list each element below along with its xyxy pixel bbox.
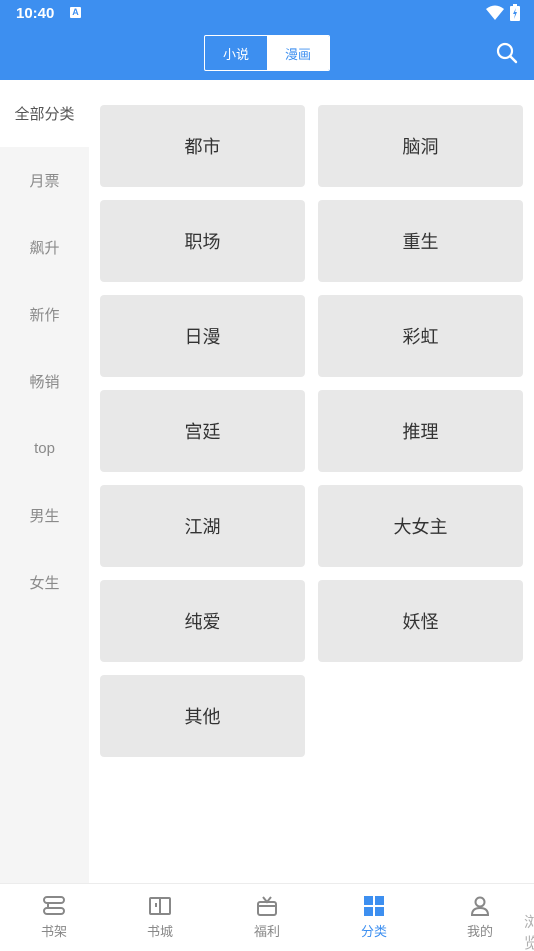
category-card[interactable]: 宫廷	[100, 390, 305, 472]
status-icons	[486, 4, 520, 21]
category-card[interactable]: 大女主	[318, 485, 523, 567]
nav-label: 福利	[253, 924, 280, 939]
sidebar-item-rising[interactable]: 飙升	[0, 214, 89, 281]
category-card[interactable]: 其他	[100, 675, 305, 757]
floating-browse-tab[interactable]: 浏览	[524, 912, 534, 950]
category-card[interactable]: 脑洞	[318, 105, 523, 187]
nav-benefits[interactable]: 福利	[227, 884, 307, 951]
nav-mine[interactable]: 我的	[440, 884, 520, 951]
category-card[interactable]: 重生	[318, 200, 523, 282]
bookshelf-icon	[43, 896, 65, 915]
search-icon[interactable]	[496, 42, 518, 64]
category-card[interactable]: 纯爱	[100, 580, 305, 662]
nav-bookstore[interactable]: 书城	[120, 884, 200, 951]
sidebar-item-top[interactable]: top	[0, 415, 89, 482]
open-book-icon	[149, 897, 171, 915]
wifi-icon	[486, 5, 504, 20]
nav-bookshelf[interactable]: 书架	[14, 884, 94, 951]
sidebar-item-monthly-ticket[interactable]: 月票	[0, 147, 89, 214]
nav-label: 分类	[360, 924, 387, 939]
category-card[interactable]: 江湖	[100, 485, 305, 567]
status-time: 10:40	[16, 5, 55, 22]
sidebar-item-bestseller[interactable]: 畅销	[0, 348, 89, 415]
tab-comic[interactable]: 漫画	[267, 36, 329, 70]
notification-a-icon: A	[70, 7, 81, 18]
battery-icon	[510, 4, 520, 21]
nav-label: 书城	[146, 924, 173, 939]
nav-label: 书架	[40, 924, 67, 939]
category-card[interactable]: 都市	[100, 105, 305, 187]
bottom-nav: 书架 书城 福利 分类 我的	[0, 883, 534, 950]
grid-icon	[364, 896, 384, 916]
user-icon	[470, 896, 490, 916]
category-sidebar: 全部分类 月票 飙升 新作 畅销 top 男生 女生	[0, 80, 89, 883]
category-card[interactable]: 彩虹	[318, 295, 523, 377]
gift-icon	[257, 896, 277, 916]
sidebar-item-male[interactable]: 男生	[0, 482, 89, 549]
sidebar-item-all[interactable]: 全部分类	[0, 80, 89, 147]
sidebar-item-female[interactable]: 女生	[0, 549, 89, 616]
sidebar-item-new[interactable]: 新作	[0, 281, 89, 348]
app-header: 10:40 A 小说 漫画	[0, 0, 534, 80]
category-card[interactable]: 妖怪	[318, 580, 523, 662]
category-card[interactable]: 推理	[318, 390, 523, 472]
category-grid: 都市 脑洞 职场 重生 日漫 彩虹 宫廷 推理 江湖 大女主 纯爱 妖怪 其他	[100, 105, 523, 757]
category-card[interactable]: 日漫	[100, 295, 305, 377]
category-card[interactable]: 职场	[100, 200, 305, 282]
novel-comic-toggle: 小说 漫画	[204, 35, 330, 71]
nav-label: 我的	[466, 924, 493, 939]
nav-category[interactable]: 分类	[334, 884, 414, 951]
tab-novel[interactable]: 小说	[205, 36, 267, 70]
